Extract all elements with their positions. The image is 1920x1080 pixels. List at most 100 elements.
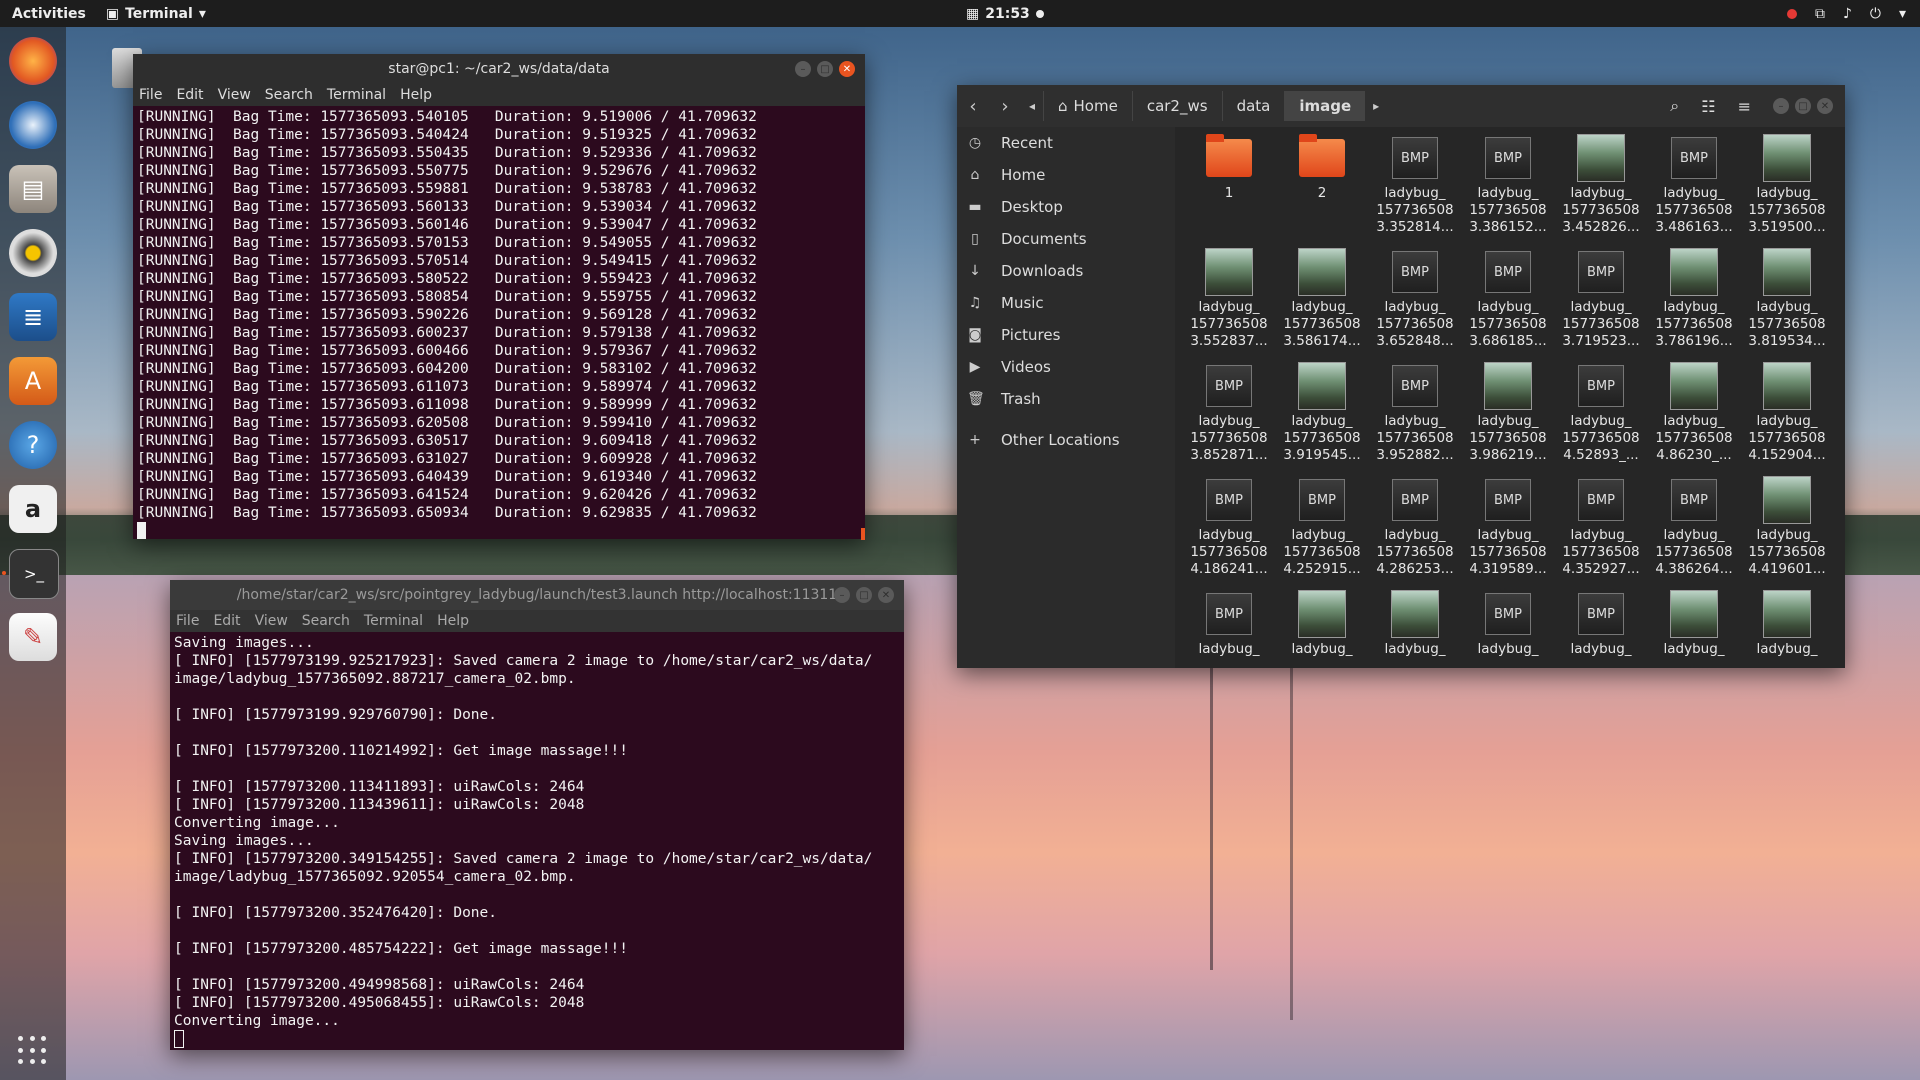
menu-file[interactable]: File <box>176 613 199 629</box>
forward-icon[interactable]: › <box>989 91 1021 121</box>
file-item[interactable]: BMP ladybug_ 157736508 3.486163... <box>1648 135 1740 236</box>
search-icon[interactable]: ⌕ <box>1670 96 1679 116</box>
file-item[interactable]: BMP ladybug_ 157736508 4.52893_... <box>1555 363 1647 464</box>
file-item[interactable]: BMP ladybug_ 157736508 3.686185... <box>1462 249 1554 350</box>
file-item[interactable]: BMP ladybug_ 157736508 4.286253... <box>1369 477 1461 578</box>
firefox-icon[interactable] <box>9 37 57 85</box>
file-item[interactable]: BMP ladybug_ 157736508 3.386152... <box>1462 135 1554 236</box>
menu-terminal[interactable]: Terminal <box>364 613 423 629</box>
menu-view[interactable]: View <box>218 87 251 103</box>
clock[interactable]: ▦ 21:53 <box>966 6 1044 22</box>
breadcrumb-data[interactable]: data <box>1221 91 1285 121</box>
back-icon[interactable]: ‹ <box>957 91 989 121</box>
terminal-2-output[interactable]: Saving images... [ INFO] [1577973199.9252… <box>170 632 904 1050</box>
file-item[interactable]: BMP ladybug_ 157736508 3.952882... <box>1369 363 1461 464</box>
file-item[interactable]: ladybug_ 157736508 4.152904... <box>1741 362 1833 464</box>
path-right-icon[interactable]: ▸ <box>1365 91 1387 121</box>
file-item[interactable]: BMP ladybug_ 157736508 4.319589... <box>1462 477 1554 578</box>
file-item[interactable]: BMP ladybug_ 157736508 4.386264... <box>1648 477 1740 578</box>
show-applications-icon[interactable] <box>18 1036 48 1066</box>
breadcrumb-home[interactable]: ⌂ Home <box>1043 91 1132 121</box>
close-icon[interactable]: ✕ <box>839 61 855 77</box>
terminal-2-titlebar[interactable]: /home/star/car2_ws/src/pointgrey_ladybug… <box>170 580 904 610</box>
minimize-icon[interactable]: – <box>795 61 811 77</box>
terminal-window-2[interactable]: /home/star/car2_ws/src/pointgrey_ladybug… <box>170 580 904 1050</box>
sidebar-item-other-locations[interactable]: + Other Locations <box>957 424 1175 456</box>
menu-help[interactable]: Help <box>437 613 469 629</box>
sidebar-item-music[interactable]: ♫ Music <box>957 287 1175 319</box>
terminal-window-1[interactable]: star@pc1: ~/car2_ws/data/data – □ ✕ File… <box>133 54 865 540</box>
terminal-icon[interactable]: >_ <box>9 549 59 599</box>
software-icon[interactable]: A <box>9 357 57 405</box>
path-left-icon[interactable]: ◂ <box>1021 91 1043 121</box>
scrollbar-thumb[interactable] <box>861 528 865 540</box>
file-item[interactable]: BMP ladybug_ <box>1183 591 1275 658</box>
menu-file[interactable]: File <box>139 87 162 103</box>
help-icon[interactable]: ? <box>9 421 57 469</box>
file-item[interactable]: ladybug_ 157736508 3.586174... <box>1276 248 1368 350</box>
minimize-icon[interactable]: – <box>834 587 850 603</box>
sidebar-item-pictures[interactable]: ◙ Pictures <box>957 319 1175 351</box>
file-item[interactable]: ladybug_ 157736508 4.419601... <box>1741 476 1833 578</box>
system-tray[interactable]: ⧉ ♪ ⏻ ▾ <box>1786 6 1906 22</box>
file-item[interactable]: ladybug_ <box>1369 590 1461 658</box>
sidebar-item-home[interactable]: ⌂ Home <box>957 159 1175 191</box>
view-toggle-icon[interactable]: ☷ <box>1701 97 1715 116</box>
file-item[interactable]: ladybug_ 157736508 3.452826... <box>1555 134 1647 236</box>
file-item[interactable]: BMP ladybug_ <box>1555 591 1647 658</box>
sidebar-item-trash[interactable]: 🗑 Trash <box>957 383 1175 415</box>
file-item[interactable]: ladybug_ 157736508 3.919545... <box>1276 362 1368 464</box>
file-item[interactable]: BMP ladybug_ 157736508 3.352814... <box>1369 135 1461 236</box>
writer-icon[interactable]: ≣ <box>9 293 57 341</box>
menu-view[interactable]: View <box>255 613 288 629</box>
file-item[interactable]: ladybug_ 157736508 3.986219... <box>1462 362 1554 464</box>
close-icon[interactable]: ✕ <box>1817 98 1833 114</box>
amazon-icon[interactable]: a <box>9 485 57 533</box>
menu-edit[interactable]: Edit <box>176 87 203 103</box>
sidebar-item-documents[interactable]: ▯ Documents <box>957 223 1175 255</box>
close-icon[interactable]: ✕ <box>878 587 894 603</box>
breadcrumb-image[interactable]: image <box>1284 91 1366 121</box>
folder-item[interactable]: 1 <box>1183 134 1275 202</box>
rhythmbox-icon[interactable] <box>9 229 57 277</box>
file-item[interactable]: BMP ladybug_ <box>1462 591 1554 658</box>
sidebar-item-recent[interactable]: ◷ Recent <box>957 127 1175 159</box>
files-window[interactable]: ‹ › ◂ ⌂ Home car2_ws data image ▸ ⌕ ☷ ≡ … <box>957 85 1845 668</box>
menu-edit[interactable]: Edit <box>213 613 240 629</box>
terminal-1-output[interactable]: [RUNNING] Bag Time: 1577365093.540105 Du… <box>133 106 865 539</box>
file-item[interactable]: BMP ladybug_ 157736508 4.352927... <box>1555 477 1647 578</box>
file-item[interactable]: ladybug_ 157736508 3.819534... <box>1741 248 1833 350</box>
file-item[interactable]: BMP ladybug_ 157736508 3.852871... <box>1183 363 1275 464</box>
app-menu[interactable]: ▣ Terminal ▾ <box>106 6 206 22</box>
file-item[interactable]: ladybug_ 157736508 4.86230_... <box>1648 362 1740 464</box>
file-item[interactable]: BMP ladybug_ 157736508 4.186241... <box>1183 477 1275 578</box>
file-item[interactable]: ladybug_ <box>1648 590 1740 658</box>
file-item[interactable]: BMP ladybug_ 157736508 3.652848... <box>1369 249 1461 350</box>
thunderbird-icon[interactable] <box>9 101 57 149</box>
menu-help[interactable]: Help <box>400 87 432 103</box>
menu-icon[interactable]: ≡ <box>1738 97 1751 116</box>
text-editor-icon[interactable]: ✎ <box>9 613 57 661</box>
menu-search[interactable]: Search <box>302 613 350 629</box>
file-item[interactable]: ladybug_ 157736508 3.519500... <box>1741 134 1833 236</box>
file-item[interactable]: BMP ladybug_ 157736508 4.252915... <box>1276 477 1368 578</box>
menu-terminal[interactable]: Terminal <box>327 87 386 103</box>
folder-item[interactable]: 2 <box>1276 134 1368 202</box>
file-item[interactable]: ladybug_ <box>1276 590 1368 658</box>
sidebar-item-desktop[interactable]: ▬ Desktop <box>957 191 1175 223</box>
file-item[interactable]: BMP ladybug_ 157736508 3.719523... <box>1555 249 1647 350</box>
maximize-icon[interactable]: □ <box>1795 98 1811 114</box>
terminal-1-titlebar[interactable]: star@pc1: ~/car2_ws/data/data – □ ✕ <box>133 54 865 84</box>
sidebar-item-videos[interactable]: ▶ Videos <box>957 351 1175 383</box>
activities-button[interactable]: Activities <box>12 6 86 22</box>
maximize-icon[interactable]: □ <box>856 587 872 603</box>
menu-search[interactable]: Search <box>265 87 313 103</box>
file-item[interactable]: ladybug_ 157736508 3.786196... <box>1648 248 1740 350</box>
breadcrumb-car2ws[interactable]: car2_ws <box>1131 91 1222 121</box>
minimize-icon[interactable]: – <box>1773 98 1789 114</box>
maximize-icon[interactable]: □ <box>817 61 833 77</box>
file-item[interactable]: ladybug_ <box>1741 590 1833 658</box>
file-item[interactable]: ladybug_ 157736508 3.552837... <box>1183 248 1275 350</box>
files-icon[interactable]: ▤ <box>9 165 57 213</box>
sidebar-item-downloads[interactable]: ↓ Downloads <box>957 255 1175 287</box>
